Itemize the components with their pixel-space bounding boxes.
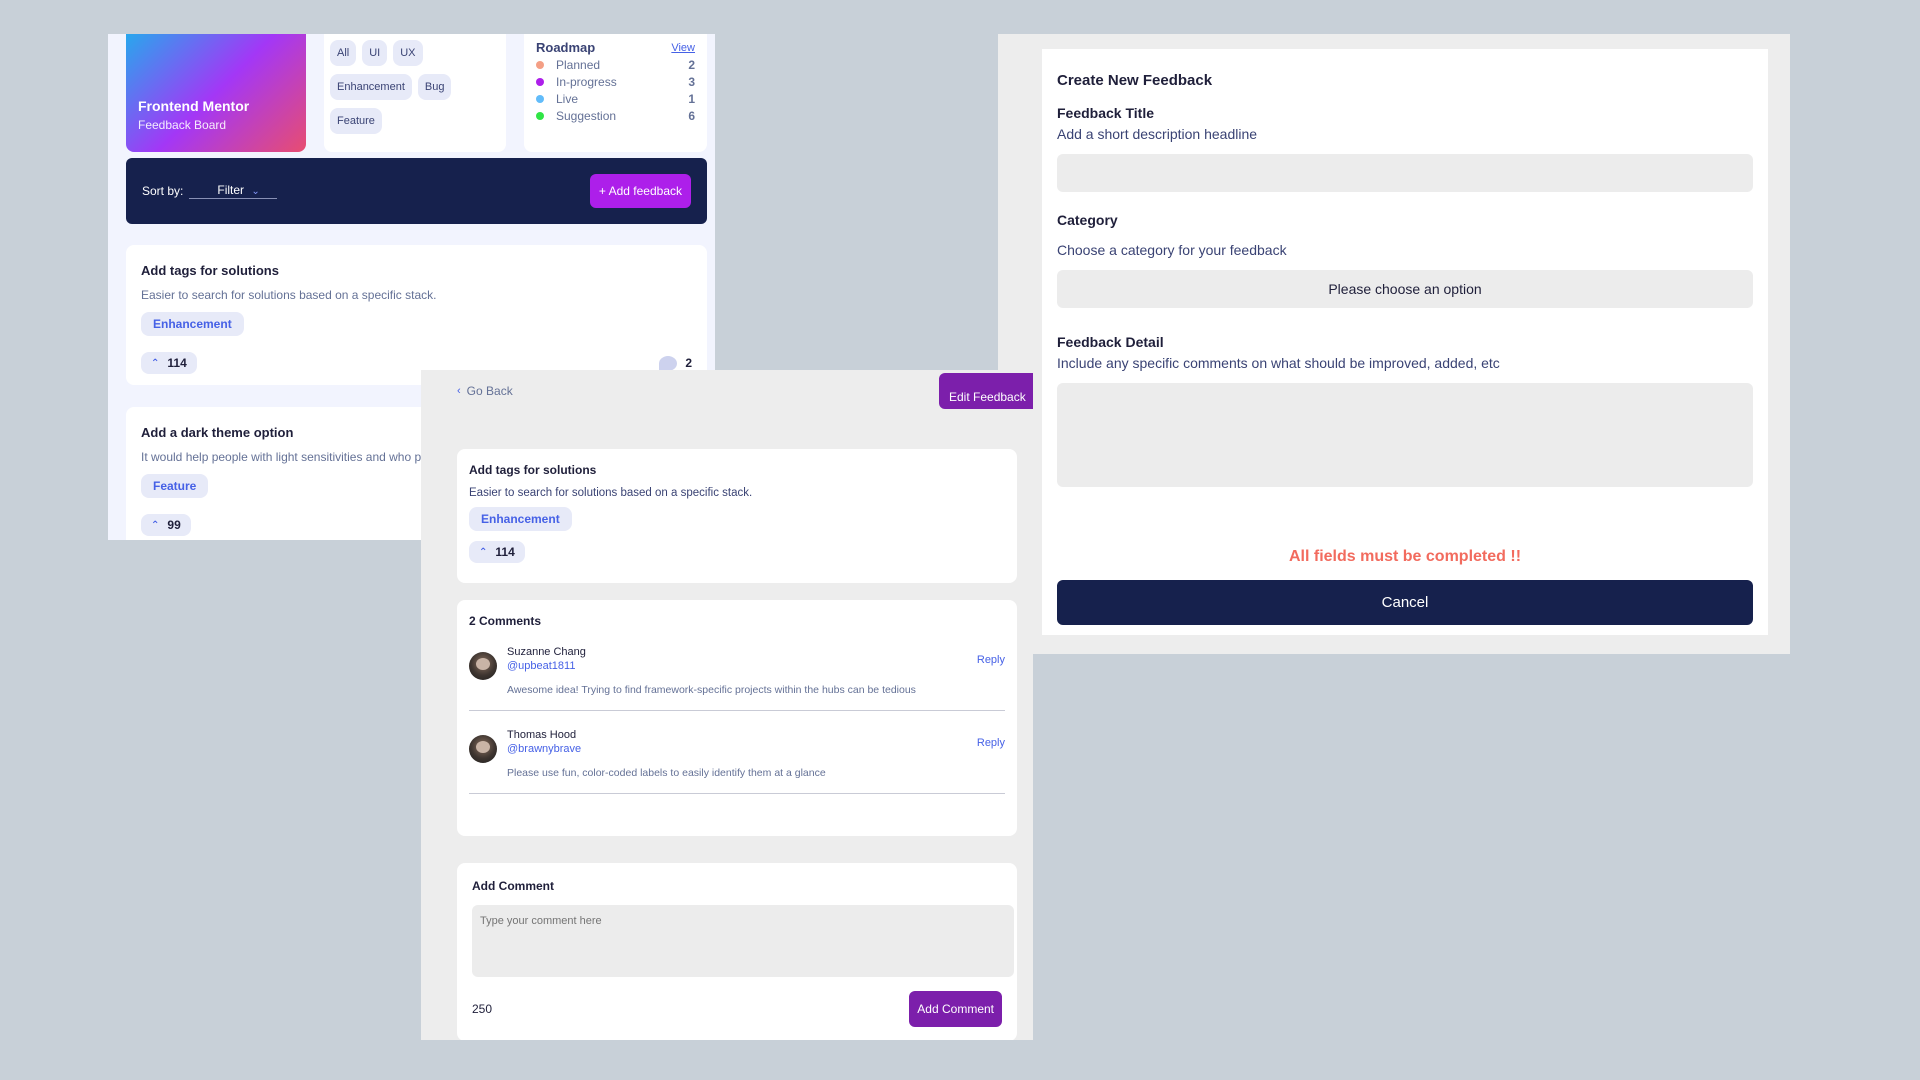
sort-label: Sort by: xyxy=(142,184,184,198)
comment-item: Suzanne Chang @upbeat1811 Awesome idea! … xyxy=(469,628,1005,711)
filter-chip-ui[interactable]: UI xyxy=(362,40,388,66)
category-tag[interactable]: Enhancement xyxy=(469,507,572,531)
roadmap-item-count: 3 xyxy=(688,75,695,89)
feedback-detail-panel: ‹ Go Back Edit Feedback Add tags for sol… xyxy=(421,370,1033,1040)
feedback-card: Add tags for solutions Easier to search … xyxy=(457,449,1017,583)
comment-author-handle: @brawnybrave xyxy=(507,743,582,755)
roadmap-item-label: In-progress xyxy=(556,75,617,89)
upvote-button[interactable]: ⌃ 114 xyxy=(469,541,525,563)
roadmap-item-label: Planned xyxy=(556,58,601,72)
chevron-up-icon: ⌃ xyxy=(479,546,488,558)
feedback-title-label: Feedback Title xyxy=(1057,105,1155,121)
comment-bubble-icon xyxy=(659,355,678,371)
filter-chip-ux[interactable]: UX xyxy=(393,40,423,66)
filter-chip-feature[interactable]: Feature xyxy=(330,108,382,134)
comment-text: Please use fun, color-coded labels to ea… xyxy=(507,767,826,779)
comment-text: Awesome idea! Trying to find framework-s… xyxy=(507,684,916,696)
edit-feedback-button[interactable]: Edit Feedback xyxy=(939,373,1033,409)
avatar xyxy=(469,652,497,680)
validation-error: All fields must be completed !! xyxy=(1288,548,1522,565)
add-feedback-button[interactable]: + Add feedback xyxy=(589,174,691,208)
category-hint: Choose a category for your feedback xyxy=(1057,242,1287,258)
go-back-link[interactable]: ‹ Go Back xyxy=(457,384,513,398)
roadmap-item-label: Live xyxy=(556,92,579,106)
avatar xyxy=(469,735,497,763)
filter-chip-all[interactable]: All xyxy=(330,40,357,66)
category-filter-box: All UI UX Enhancement Bug Feature xyxy=(324,34,506,152)
comments-heading: 2 Comments xyxy=(469,614,542,628)
upvote-button[interactable]: ⌃ 114 xyxy=(141,352,197,374)
sort-toolbar: Sort by: Filter ⌄ + Add feedback xyxy=(126,158,707,224)
roadmap-item-in-progress: In-progress 3 xyxy=(536,75,695,89)
feedback-title-input[interactable] xyxy=(1057,154,1753,192)
brand-subtitle: Feedback Board xyxy=(138,118,227,132)
roadmap-item-live: Live 1 xyxy=(536,92,695,106)
category-tag[interactable]: Enhancement xyxy=(141,312,244,336)
sort-select-value: Filter xyxy=(217,183,245,197)
comment-author-handle: @upbeat1811 xyxy=(507,660,576,672)
roadmap-item-count: 2 xyxy=(688,58,695,72)
create-feedback-panel: Create New Feedback Feedback Title Add a… xyxy=(998,34,1790,654)
feedback-description: Easier to search for solutions based on … xyxy=(469,487,753,499)
suggestion-title[interactable]: Add tags for solutions xyxy=(141,263,692,278)
add-comment-title: Add Comment xyxy=(472,879,554,893)
brand-card: Frontend Mentor Feedback Board xyxy=(126,34,306,152)
feedback-title-hint: Add a short description headline xyxy=(1057,126,1258,142)
upvote-button[interactable]: ⌃ 99 xyxy=(141,514,191,536)
comments-section: 2 Comments Suzanne Chang @upbeat1811 Awe… xyxy=(457,600,1017,836)
chevron-down-icon: ⌄ xyxy=(251,186,260,197)
category-tag[interactable]: Feature xyxy=(141,474,209,498)
feedback-detail-hint: Include any specific comments on what sh… xyxy=(1057,355,1500,371)
roadmap-item-label: Suggestion xyxy=(556,109,617,123)
comment-count-value: 2 xyxy=(685,356,692,370)
comment-count: 2 xyxy=(659,355,692,371)
category-select[interactable]: Please choose an option xyxy=(1057,270,1753,308)
upvote-count: 114 xyxy=(495,545,515,559)
filter-chip-enhancement[interactable]: Enhancement xyxy=(330,74,412,100)
filter-chip-bug[interactable]: Bug xyxy=(417,74,452,100)
reply-button[interactable]: Reply xyxy=(977,737,1005,749)
category-label: Category xyxy=(1057,212,1118,228)
brand-title: Frontend Mentor xyxy=(138,98,250,114)
add-comment-section: Add Comment 250 Add Comment xyxy=(457,863,1017,1040)
status-dot-icon xyxy=(536,95,544,103)
comment-author-name: Thomas Hood xyxy=(507,729,577,741)
roadmap-box: Roadmap View Planned 2 In-progress 3 Liv… xyxy=(524,34,707,152)
status-dot-icon xyxy=(536,61,544,69)
roadmap-item-count: 1 xyxy=(688,92,695,106)
upvote-count: 99 xyxy=(167,518,181,532)
chevron-up-icon: ⌃ xyxy=(151,519,160,531)
roadmap-item-count: 6 xyxy=(688,109,695,123)
feedback-title: Add tags for solutions xyxy=(469,463,597,477)
cancel-button[interactable]: Cancel xyxy=(1057,580,1753,625)
suggestion-description: Easier to search for solutions based on … xyxy=(141,288,437,302)
feedback-detail-textarea[interactable] xyxy=(1057,383,1753,487)
comment-input[interactable] xyxy=(472,905,1014,977)
chevron-up-icon: ⌃ xyxy=(151,357,160,369)
roadmap-view-link[interactable]: View xyxy=(671,42,695,54)
add-comment-button[interactable]: Add Comment xyxy=(909,991,1002,1027)
chevron-left-icon: ‹ xyxy=(457,385,461,397)
reply-button[interactable]: Reply xyxy=(977,654,1005,666)
roadmap-item-planned: Planned 2 xyxy=(536,58,695,72)
sort-select[interactable]: Filter ⌄ xyxy=(189,183,278,199)
roadmap-item-suggestion: Suggestion 6 xyxy=(536,109,695,123)
suggestion-card[interactable]: Add tags for solutions Easier to search … xyxy=(126,245,707,385)
feedback-detail-label: Feedback Detail xyxy=(1057,334,1164,350)
comment-author-name: Suzanne Chang xyxy=(507,646,586,658)
go-back-label: Go Back xyxy=(466,384,513,398)
upvote-count: 114 xyxy=(167,356,187,370)
comment-item: Thomas Hood @brawnybrave Please use fun,… xyxy=(469,711,1005,794)
roadmap-title: Roadmap xyxy=(536,40,596,55)
characters-left: 250 xyxy=(472,1002,493,1016)
create-feedback-form: Create New Feedback Feedback Title Add a… xyxy=(1042,49,1768,635)
status-dot-icon xyxy=(536,112,544,120)
status-dot-icon xyxy=(536,78,544,86)
form-title: Create New Feedback xyxy=(1057,72,1213,89)
